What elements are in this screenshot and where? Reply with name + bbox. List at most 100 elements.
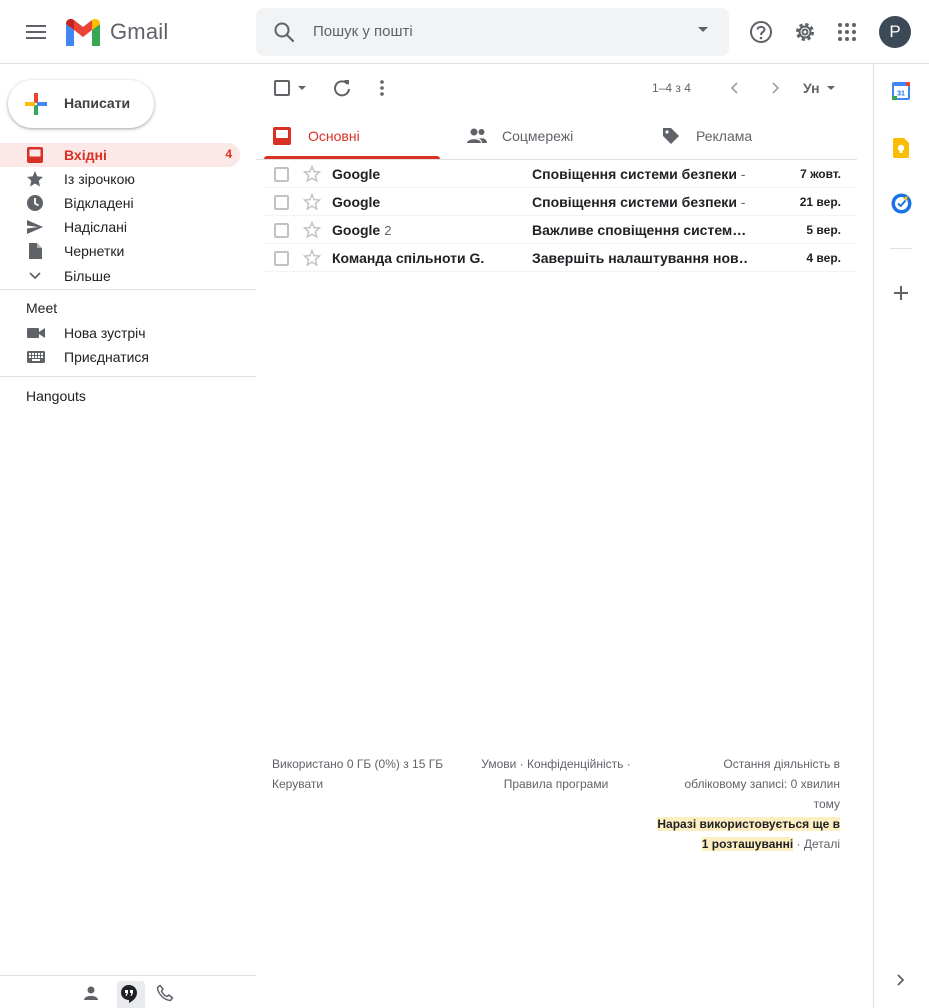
- sidebar-item-new-meeting[interactable]: Нова зустріч: [0, 321, 240, 345]
- gmail-m-icon: [66, 19, 100, 46]
- keyboard-icon: [26, 348, 46, 366]
- tab-social[interactable]: Соцмережі: [466, 112, 636, 160]
- input-tools-caret-icon[interactable]: [826, 85, 836, 91]
- inbox-icon: [272, 126, 292, 146]
- hamburger-icon: [26, 25, 46, 39]
- tag-icon: [661, 126, 681, 146]
- meet-section-title: Meet: [26, 300, 58, 316]
- search-options-icon[interactable]: [697, 26, 709, 34]
- email-subject: Важливе сповіщення систем…: [532, 222, 747, 238]
- row-checkbox[interactable]: [274, 195, 289, 210]
- compose-label: Написати: [64, 95, 131, 111]
- email-date: 7 жовт.: [800, 167, 841, 181]
- send-icon: [26, 218, 44, 236]
- email-date: 21 вер.: [799, 195, 841, 209]
- apps-grid-icon[interactable]: [833, 16, 861, 48]
- email-sender: Google 2: [332, 222, 392, 238]
- more-vert-icon[interactable]: [372, 78, 392, 98]
- account-activity: Остання діяльність в обліковому записі: …: [640, 754, 840, 854]
- row-checkbox[interactable]: [274, 223, 289, 238]
- email-date: 4 вер.: [806, 251, 841, 265]
- row-checkbox[interactable]: [274, 251, 289, 266]
- manage-storage-link[interactable]: Керувати: [272, 774, 443, 794]
- storage-usage-text: Використано 0 ГБ (0%) з 15 ГБ: [272, 757, 444, 771]
- star-icon: [26, 170, 44, 188]
- thread-count: 2: [384, 223, 392, 238]
- open-sessions-text: 1 розташуванні: [701, 837, 794, 851]
- sidebar-item-label: Більше: [64, 268, 111, 284]
- account-avatar[interactable]: P: [879, 16, 911, 48]
- email-row[interactable]: Google Сповіщення системи безпеки - 21 в…: [264, 188, 857, 216]
- plus-icon: [24, 92, 48, 116]
- storage-info: Використано 0 ГБ (0%) з 15 ГБ Керувати: [272, 754, 443, 794]
- star-outline-icon[interactable]: [303, 221, 321, 239]
- people-icon: [466, 126, 488, 146]
- sidebar-item-label: Надіслані: [64, 219, 127, 235]
- select-options-icon[interactable]: [297, 85, 307, 91]
- star-outline-icon[interactable]: [303, 193, 321, 211]
- side-panel-divider: [890, 248, 912, 249]
- details-link[interactable]: · Деталі: [793, 837, 840, 851]
- svg-text:31: 31: [897, 91, 905, 98]
- input-tools-button[interactable]: Ун: [803, 80, 820, 96]
- sidebar-item-drafts[interactable]: Чернетки: [0, 239, 240, 263]
- sidebar-item-starred[interactable]: Із зірочкою: [0, 167, 240, 191]
- gear-icon[interactable]: [789, 16, 821, 48]
- email-row[interactable]: Команда спільноти G. Завершіть налаштува…: [264, 244, 857, 272]
- email-date: 5 вер.: [806, 223, 841, 237]
- sidebar-item-label: Із зірочкою: [64, 171, 135, 187]
- search-bar[interactable]: Пошук у пошті: [256, 8, 729, 56]
- sidebar-item-more[interactable]: Більше: [0, 264, 240, 288]
- star-outline-icon[interactable]: [303, 249, 321, 267]
- search-input[interactable]: Пошук у пошті: [313, 23, 413, 40]
- sidebar-item-snoozed[interactable]: Відкладені: [0, 191, 240, 215]
- email-row[interactable]: Google Сповіщення системи безпеки - 7 жо…: [264, 160, 857, 188]
- sidebar-divider: [0, 289, 256, 290]
- pagination-info: 1–4 з 4: [652, 81, 691, 95]
- email-sender: Google: [332, 166, 381, 182]
- expand-panel-icon[interactable]: [893, 972, 909, 988]
- email-subject: Сповіщення системи безпеки -: [532, 166, 746, 182]
- select-all-checkbox[interactable]: [274, 80, 290, 96]
- unread-count-badge: 4: [225, 147, 232, 161]
- hangouts-icon[interactable]: [120, 984, 138, 1004]
- sidebar-item-sent[interactable]: Надіслані: [0, 215, 240, 239]
- chevron-right-icon[interactable]: [766, 79, 784, 97]
- help-icon[interactable]: [745, 16, 777, 48]
- contact-icon[interactable]: [82, 984, 100, 1002]
- tasks-icon[interactable]: [891, 193, 912, 214]
- tab-label: Соцмережі: [502, 128, 574, 144]
- video-icon: [26, 324, 46, 342]
- tab-promotions[interactable]: Реклама: [661, 112, 831, 160]
- activity-text: тому: [813, 797, 840, 811]
- chevron-down-icon: [26, 267, 44, 285]
- search-icon[interactable]: [272, 20, 296, 44]
- keep-icon[interactable]: [893, 138, 909, 158]
- calendar-icon[interactable]: 31: [891, 81, 911, 101]
- chevron-left-icon[interactable]: [726, 79, 744, 97]
- compose-button[interactable]: Написати: [8, 80, 154, 128]
- gmail-logo[interactable]: Gmail: [64, 16, 168, 48]
- sidebar-divider: [0, 376, 256, 377]
- terms-privacy-links[interactable]: Умови · Конфіденційність ·: [476, 754, 636, 774]
- tab-primary[interactable]: Основні: [272, 112, 440, 160]
- refresh-icon[interactable]: [332, 78, 352, 98]
- activity-text: обліковому записі: 0 хвилин: [684, 777, 841, 791]
- row-checkbox[interactable]: [274, 167, 289, 182]
- add-addon-icon[interactable]: [893, 285, 909, 301]
- sidebar-item-join-meeting[interactable]: Приєднатися: [0, 345, 240, 369]
- email-sender: Команда спільноти G.: [332, 250, 485, 266]
- main-menu-button[interactable]: [20, 16, 52, 48]
- draft-icon: [26, 242, 44, 260]
- open-sessions-text: Наразі використовується ще в: [657, 817, 840, 831]
- sidebar-item-label: Приєднатися: [64, 349, 150, 365]
- tab-label: Основні: [308, 128, 360, 144]
- sidebar-item-label: Нова зустріч: [64, 325, 146, 341]
- program-policies-link[interactable]: Правила програми: [476, 774, 636, 794]
- star-outline-icon[interactable]: [303, 165, 321, 183]
- sidebar-item-inbox[interactable]: Вхідні 4: [0, 143, 240, 167]
- clock-icon: [26, 194, 44, 212]
- activity-text: Остання діяльність в: [723, 757, 840, 771]
- email-row[interactable]: Google 2 Важливе сповіщення систем… 5 вер…: [264, 216, 857, 244]
- phone-icon[interactable]: [156, 984, 174, 1002]
